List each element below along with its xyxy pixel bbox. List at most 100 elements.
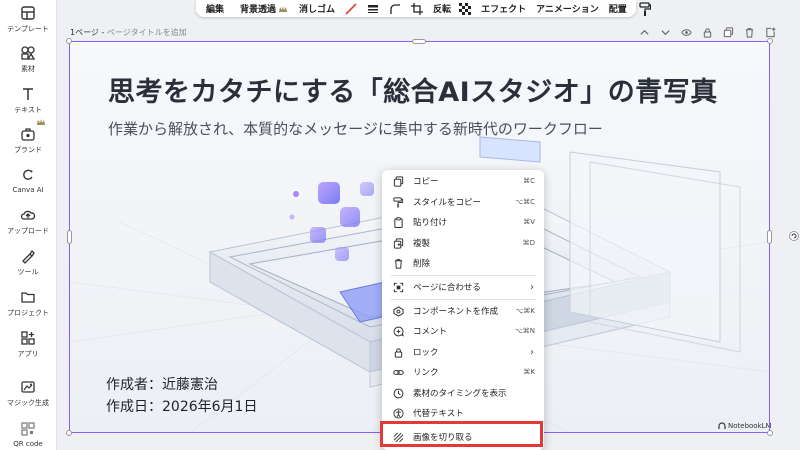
magic-icon [21,381,35,393]
copy-style-button[interactable] [639,1,651,16]
sidebar-item-label: 素材 [21,65,35,73]
trash-icon [745,27,754,38]
fit-page-icon [393,282,403,292]
resize-handle-right[interactable] [767,230,772,244]
animation-button[interactable]: アニメーション [536,2,599,15]
sidebar-item-apps[interactable]: アプリ [0,330,56,359]
crown-icon [279,5,288,12]
sidebar-item-upload[interactable]: アップロード [0,207,56,236]
sidebar-item-projects[interactable]: プロジェクト [0,289,56,318]
sidebar-item-brand[interactable]: ブランド [0,126,56,155]
delete-page-button[interactable] [739,25,760,39]
template-icon [21,6,35,20]
menu-item-label: コンポーネントを作成 [413,307,499,317]
menu-item-duplicate[interactable]: 複製 ⌘D [382,233,544,253]
lock-icon [703,27,712,38]
accessibility-icon [392,407,404,419]
menu-item-copy-style[interactable]: スタイルをコピー ⌥⌘C [382,192,544,212]
transparency-button[interactable] [459,2,472,15]
menu-item-shortcut: ⌥⌘N [514,327,535,335]
menu-item-delete[interactable]: 削除 [382,253,544,273]
background-remove-button[interactable]: 背景透過 [240,2,288,15]
slide-subtitle: 作業から解放され、本質的なメッセージに集中する新時代のワークフロー [108,120,603,138]
watermark-label: NotebookLM [728,422,772,430]
border-style-button[interactable] [367,3,379,15]
color-none-button[interactable] [345,2,357,15]
lock-icon [394,347,402,358]
menu-item-link[interactable]: リンク ⌘K [382,362,544,382]
clipboard-icon [393,216,403,228]
sidebar-item-canva-ai[interactable]: Canva AI [0,167,56,194]
move-page-down-button[interactable] [655,25,676,39]
chevron-right-icon: › [530,281,534,293]
crop-icon [411,2,424,15]
menu-item-fit-to-page[interactable]: ページに合わせる › [382,277,544,297]
sidebar-item-qr[interactable]: QR code [0,421,56,448]
menu-item-lock[interactable]: ロック › [382,342,544,362]
sidebar-item-label: QR code [13,440,43,448]
add-page-button[interactable] [760,25,781,39]
menu-separator [390,299,536,300]
menu-item-label: 削除 [413,259,431,269]
resize-handle-left[interactable] [67,230,72,244]
canva-ai-icon [23,169,33,180]
page-separator: - [98,28,107,37]
edit-button[interactable]: 編集 [206,2,224,15]
page-title-placeholder: ページタイトルを追加 [106,28,187,37]
crop-button[interactable] [411,2,424,15]
menu-item-alt-text[interactable]: 代替テキスト [382,403,544,423]
menu-item-label: 素材のタイミングを表示 [413,389,507,399]
menu-item-label: スタイルをコピー [413,198,482,208]
menu-item-label: 貼り付け [413,218,448,228]
menu-item-copy[interactable]: コピー ⌘C [382,171,544,191]
background-remove-label: 背景透過 [240,5,277,15]
link-icon [392,369,404,375]
duplicate-page-button[interactable] [718,25,739,39]
menu-item-create-component[interactable]: コンポーネントを作成 ⌥⌘K [382,301,544,321]
resize-handle-top-right[interactable] [767,38,773,44]
menu-item-shortcut: ⌘V [523,218,535,226]
menu-item-show-timing[interactable]: 素材のタイミングを表示 [382,383,544,403]
tools-icon [22,249,35,264]
eraser-button[interactable]: 消しゴム [299,2,335,15]
image-toolbar: 編集 背景透過 消しゴム 反転 エフェクト アニメーション 配置 [196,0,651,17]
menu-item-shortcut: ⌘D [522,239,535,247]
apps-icon [21,331,35,345]
menu-item-label: ロック [413,348,439,358]
menu-item-shortcut: ⌥⌘K [515,307,535,315]
sidebar-item-elements[interactable]: 素材 [0,45,56,74]
resize-handle-top[interactable] [412,39,426,44]
page-controls [634,25,781,39]
brand-icon [21,128,35,141]
sidebar-item-tools[interactable]: ツール [0,248,56,277]
border-lines-icon [368,4,379,13]
sidebar-item-label: アップロード [7,227,49,235]
menu-item-comment[interactable]: コメント ⌥⌘N [382,321,544,341]
upload-icon [20,210,36,220]
resize-handle-top-left[interactable] [66,38,72,44]
sidebar-item-text[interactable]: テキスト [0,86,56,115]
duplicate-icon [723,26,734,37]
rotate-handle-icon[interactable] [789,231,799,241]
menu-item-paste[interactable]: 貼り付け ⌘V [382,212,544,232]
flip-button[interactable]: 反転 [433,2,451,15]
page-number: 1ページ [70,28,99,37]
notebooklm-logo-icon [718,422,726,429]
elements-icon [21,46,36,60]
effects-button[interactable]: エフェクト [481,2,526,15]
resize-handle-bottom-right[interactable] [767,430,773,436]
move-page-up-button[interactable] [634,25,655,39]
copy-icon [393,175,403,187]
position-button[interactable]: 配置 [609,2,627,15]
lock-page-button[interactable] [697,25,718,39]
page-title[interactable]: 1ページ - ページタイトルを追加 [70,27,187,38]
sidebar-item-label: ブランド [14,146,42,154]
sidebar-item-template[interactable]: テンプレート [0,5,56,34]
sidebar-item-label: Canva AI [12,186,44,194]
hide-page-button[interactable] [676,25,697,39]
sidebar-item-magic[interactable]: マジック生成 [0,379,56,408]
menu-item-label: リンク [413,368,439,378]
resize-handle-bottom-left[interactable] [66,430,72,436]
corner-radius-button[interactable] [389,3,401,15]
notebooklm-watermark: NotebookLM [718,422,772,430]
